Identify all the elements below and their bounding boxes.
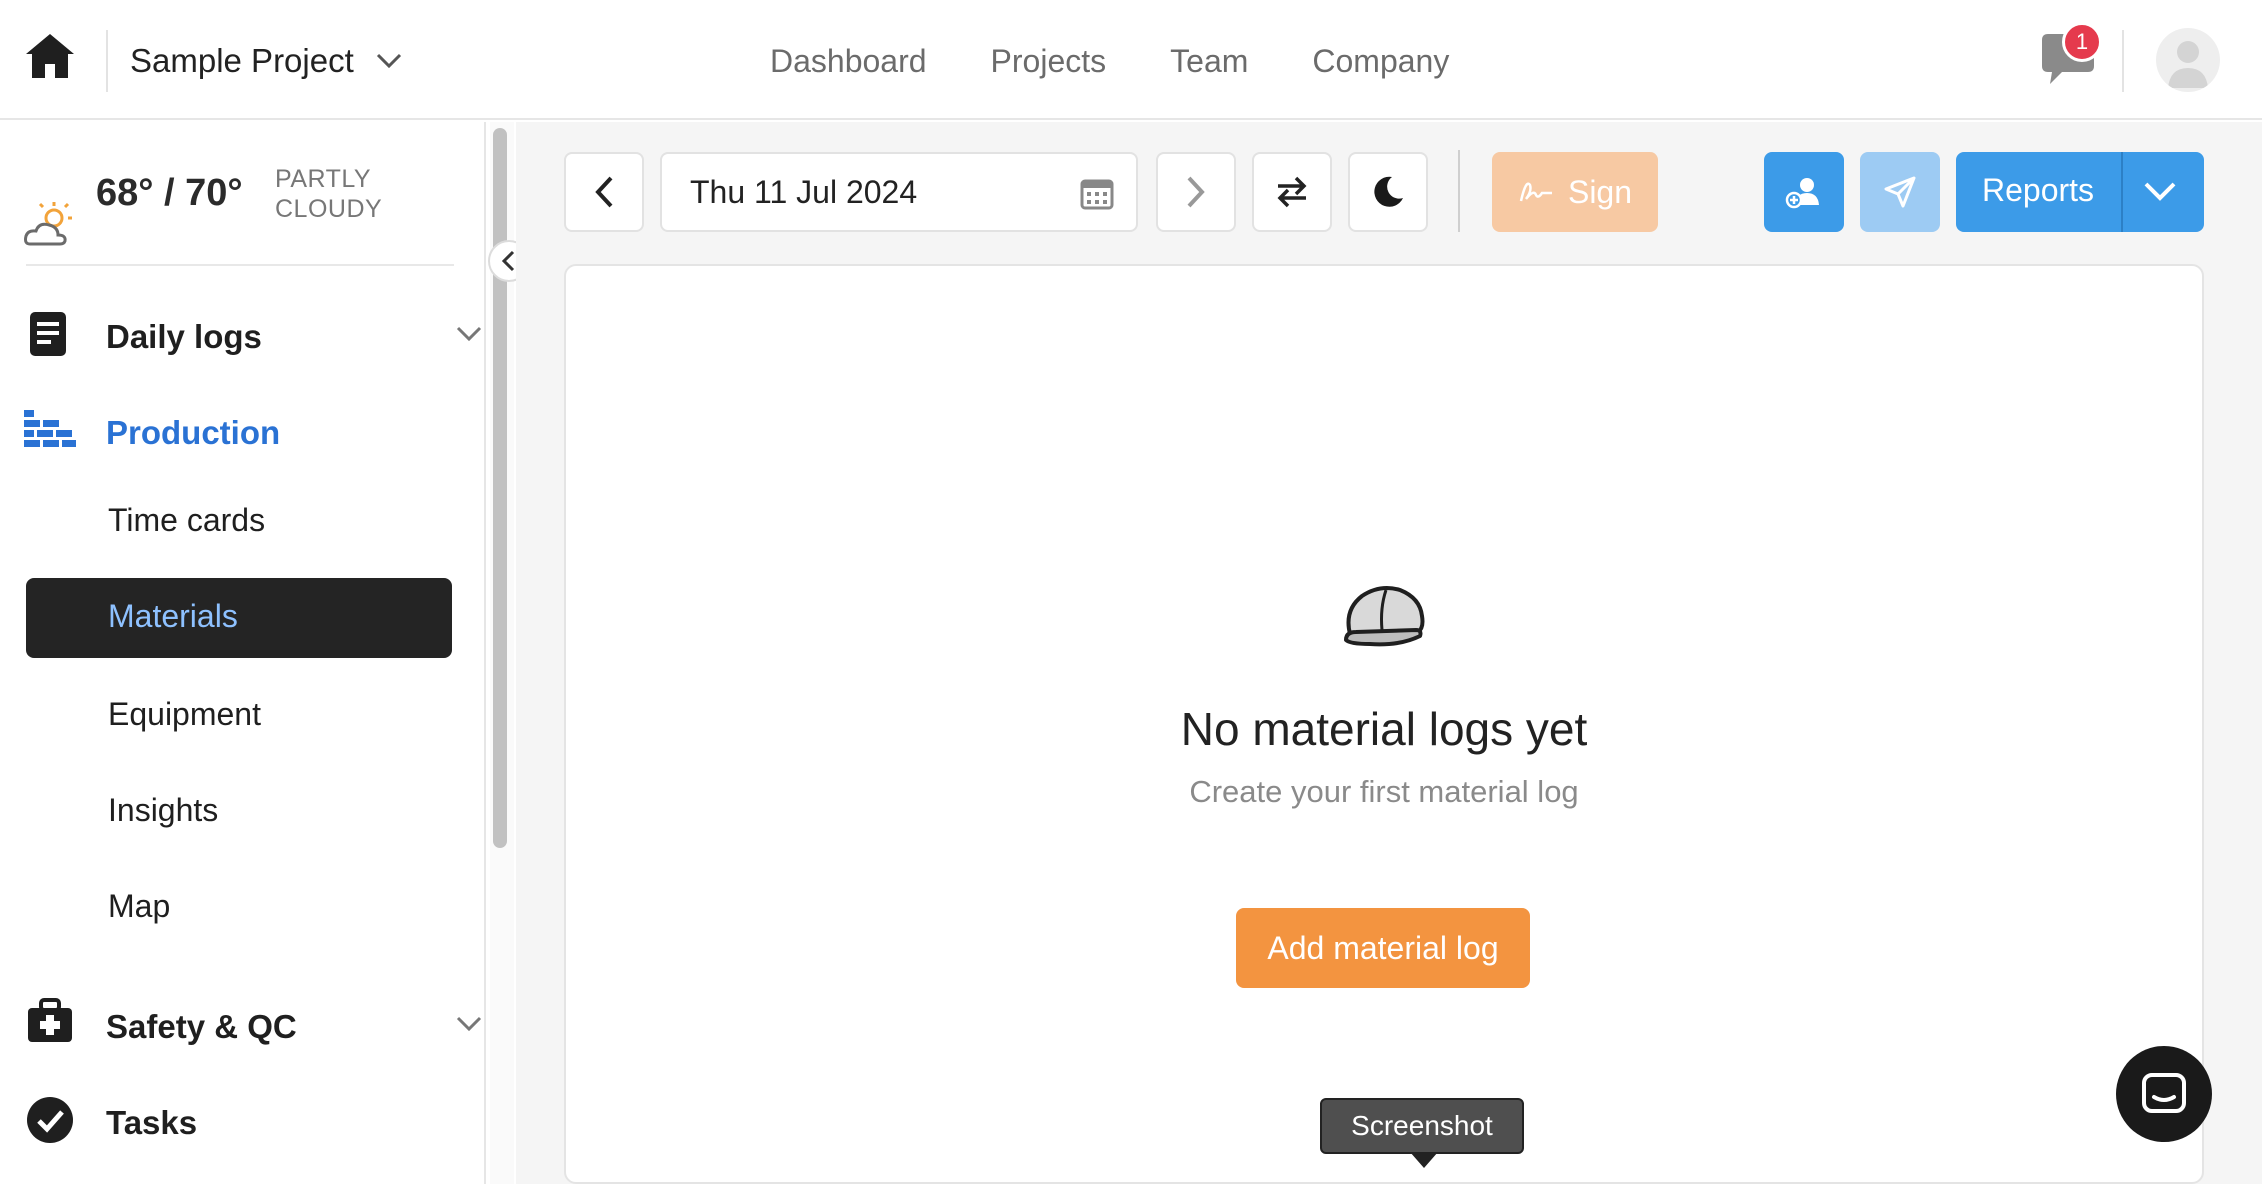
project-name: Sample Project (130, 42, 354, 79)
nav-team[interactable]: Team (1170, 43, 1248, 80)
chat-icon (2142, 1073, 2186, 1113)
sidebar-item-label: Tasks (106, 1104, 198, 1141)
reports-button[interactable]: Reports (1956, 152, 2204, 232)
sidebar-item-materials[interactable]: Materials (26, 578, 452, 658)
chevron-down-icon (376, 53, 401, 69)
home-button[interactable] (22, 28, 78, 84)
signature-icon (1519, 182, 1552, 202)
reports-label: Reports (1982, 172, 2095, 208)
sidebar-item-production[interactable]: Production (0, 398, 486, 462)
swap-button[interactable] (1252, 152, 1332, 232)
first-aid-kit-icon (28, 998, 72, 1042)
date-picker[interactable]: Thu 11 Jul 2024 (660, 152, 1138, 232)
home-icon (26, 34, 74, 78)
paper-plane-icon (1884, 176, 1916, 208)
notification-badge: 1 (2062, 22, 2102, 62)
swap-arrows-icon (1277, 176, 1307, 208)
topbar-divider (106, 30, 108, 92)
sidebar-item-equipment[interactable]: Equipment (108, 696, 261, 733)
send-button[interactable] (1860, 152, 1940, 232)
user-avatar-icon (2168, 41, 2208, 88)
sidebar-item-label: Daily logs (106, 318, 262, 355)
chevron-down-icon (456, 326, 482, 342)
moon-icon (1374, 176, 1403, 207)
avatar[interactable] (2156, 28, 2220, 92)
sidebar-item-daily-logs[interactable]: Daily logs (0, 302, 486, 366)
document-icon (30, 312, 66, 356)
top-bar: Sample Project Dashboard Projects Team C… (0, 0, 2262, 120)
check-circle-icon (27, 1097, 73, 1143)
chevron-right-icon (1187, 176, 1205, 208)
bricks-icon (24, 410, 76, 447)
sidebar-item-label: Production (106, 414, 281, 451)
support-chat-button[interactable] (2116, 1046, 2212, 1142)
toolbar-divider (1458, 150, 1460, 232)
chevron-left-icon (595, 176, 613, 208)
project-switcher[interactable]: Sample Project (130, 34, 402, 88)
top-nav: Dashboard Projects Team Company (770, 34, 1449, 88)
chevron-down-icon (456, 1016, 482, 1032)
hard-hat-icon (1344, 586, 1425, 647)
sidebar-item-map[interactable]: Map (108, 888, 170, 925)
sidebar-item-label: Materials (108, 598, 238, 634)
sidebar-item-safety-qc[interactable]: Safety & QC (0, 992, 486, 1056)
weather-condition: PARTLY CLOUDY (275, 165, 383, 223)
sidebar-item-tasks[interactable]: Tasks (0, 1088, 486, 1152)
calendar-icon (1080, 179, 1114, 210)
nav-dashboard[interactable]: Dashboard (770, 43, 927, 80)
sign-button[interactable]: Sign (1492, 152, 1658, 232)
sidebar-scrollbar[interactable] (493, 128, 507, 848)
nav-projects[interactable]: Projects (991, 43, 1107, 80)
add-user-icon (1785, 178, 1819, 209)
previous-day-button[interactable] (564, 152, 644, 232)
nav-company[interactable]: Company (1312, 43, 1449, 80)
sidebar-item-time-cards[interactable]: Time cards (108, 502, 265, 539)
sidebar-divider (26, 264, 454, 266)
empty-state-subtitle: Create your first material log (1189, 774, 1579, 809)
next-day-button[interactable] (1156, 152, 1236, 232)
chevron-left-icon (501, 250, 515, 272)
add-user-button[interactable] (1764, 152, 1844, 232)
add-material-log-button[interactable]: Add material log (1236, 908, 1530, 988)
reports-split-divider (2121, 152, 2123, 232)
selected-date: Thu 11 Jul 2024 (690, 174, 918, 210)
tooltip-tail (1410, 1152, 1438, 1168)
empty-state-title: No material logs yet (1180, 703, 1588, 755)
topbar-divider-right (2122, 30, 2124, 92)
dark-mode-button[interactable] (1348, 152, 1428, 232)
sidebar-item-insights[interactable]: Insights (108, 792, 218, 829)
sidebar-item-label: Safety & QC (106, 1008, 297, 1045)
weather-temperature: 68° / 70° (96, 172, 243, 214)
sign-label: Sign (1567, 173, 1633, 210)
chevron-down-icon[interactable] (2142, 172, 2178, 212)
screenshot-tooltip: Screenshot (1320, 1098, 1524, 1154)
sidebar: 68° / 70° PARTLY CLOUDY Daily logs Produ… (0, 122, 486, 1184)
